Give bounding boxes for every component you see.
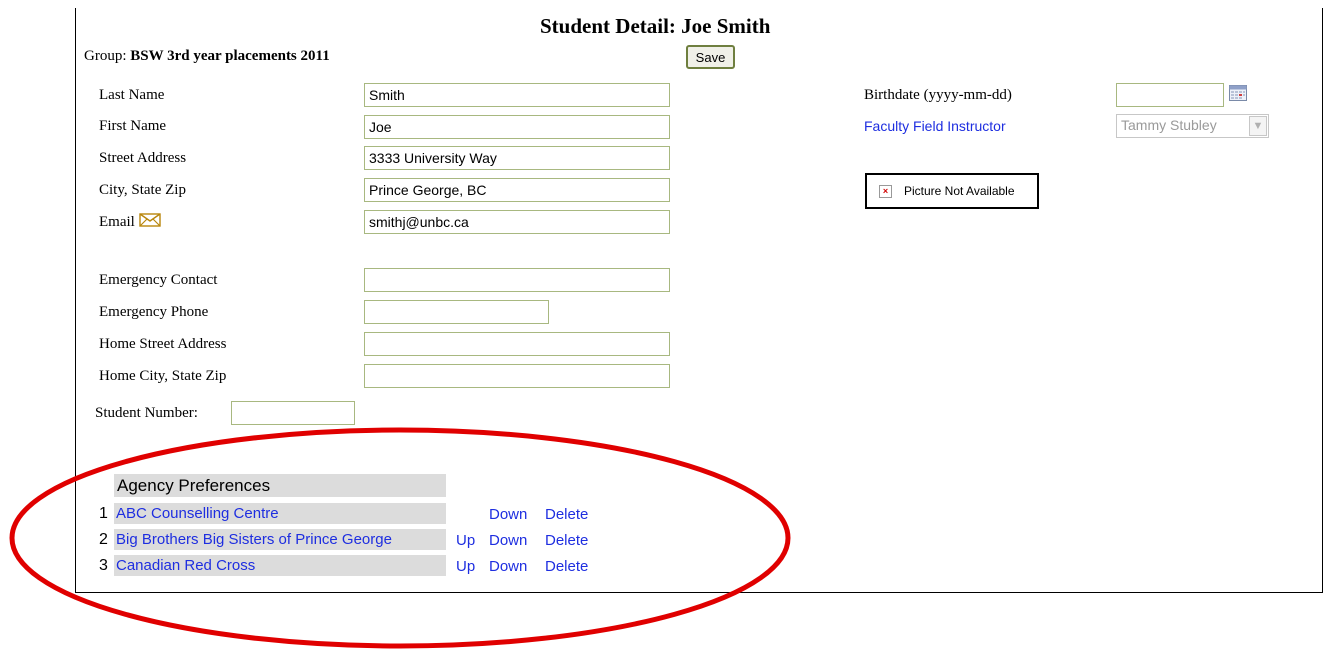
home-street-address-label: Home Street Address — [99, 336, 227, 352]
preference-agency-link[interactable]: ABC Counselling Centre — [114, 503, 446, 524]
first-name-label: First Name — [99, 118, 167, 134]
birthdate-input[interactable] — [1116, 83, 1224, 107]
move-up-link[interactable]: Up — [456, 558, 475, 575]
email-label-wrap: Email — [99, 213, 161, 231]
broken-image-icon: × — [879, 185, 892, 198]
email-label: Email — [99, 214, 135, 230]
city-state-zip-label: City, State Zip — [99, 182, 186, 198]
home-city-state-zip-label: Home City, State Zip — [99, 368, 227, 384]
street-address-input[interactable] — [364, 146, 670, 170]
emergency-phone-input[interactable] — [364, 300, 549, 324]
envelope-icon[interactable] — [138, 213, 161, 227]
delete-link[interactable]: Delete — [545, 532, 588, 549]
preference-number: 2 — [99, 531, 108, 548]
calendar-icon[interactable] — [1229, 85, 1247, 101]
move-down-link[interactable]: Down — [489, 506, 527, 523]
city-state-zip-input[interactable] — [364, 178, 670, 202]
preference-number: 3 — [99, 557, 108, 574]
move-down-link[interactable]: Down — [489, 558, 527, 575]
preference-agency-link[interactable]: Canadian Red Cross — [114, 555, 446, 576]
agency-preferences-heading: Agency Preferences — [114, 474, 446, 497]
faculty-field-instructor-link[interactable]: Faculty Field Instructor — [864, 118, 1006, 134]
delete-link[interactable]: Delete — [545, 558, 588, 575]
home-city-state-zip-input[interactable] — [364, 364, 670, 388]
first-name-input[interactable] — [364, 115, 670, 139]
chevron-down-icon[interactable]: ▼ — [1249, 116, 1267, 136]
email-input[interactable] — [364, 210, 670, 234]
last-name-label: Last Name — [99, 87, 165, 103]
page-title: Student Detail: Joe Smith — [540, 14, 771, 38]
preference-number: 1 — [99, 505, 108, 522]
faculty-field-instructor-value: Tammy Stubley — [1121, 117, 1217, 133]
student-picture: × Picture Not Available — [865, 173, 1039, 209]
preference-agency-link[interactable]: Big Brothers Big Sisters of Prince Georg… — [114, 529, 446, 550]
group-line: Group: BSW 3rd year placements 2011 — [84, 48, 330, 65]
save-button[interactable]: Save — [686, 45, 735, 69]
faculty-field-instructor-select[interactable]: Tammy Stubley ▼ — [1116, 114, 1269, 138]
birthdate-label: Birthdate (yyyy-mm-dd) — [864, 87, 1012, 103]
emergency-contact-label: Emergency Contact — [99, 272, 218, 288]
move-down-link[interactable]: Down — [489, 532, 527, 549]
student-number-label: Student Number: — [95, 405, 198, 421]
group-value: BSW 3rd year placements 2011 — [130, 48, 330, 64]
street-address-label: Street Address — [99, 150, 187, 166]
home-street-address-input[interactable] — [364, 332, 670, 356]
picture-not-available-text: Picture Not Available — [904, 184, 1015, 198]
group-label: Group: — [84, 48, 127, 64]
emergency-contact-input[interactable] — [364, 268, 670, 292]
move-up-link[interactable]: Up — [456, 532, 475, 549]
student-number-input[interactable] — [231, 401, 355, 425]
delete-link[interactable]: Delete — [545, 506, 588, 523]
emergency-phone-label: Emergency Phone — [99, 304, 209, 320]
last-name-input[interactable] — [364, 83, 670, 107]
